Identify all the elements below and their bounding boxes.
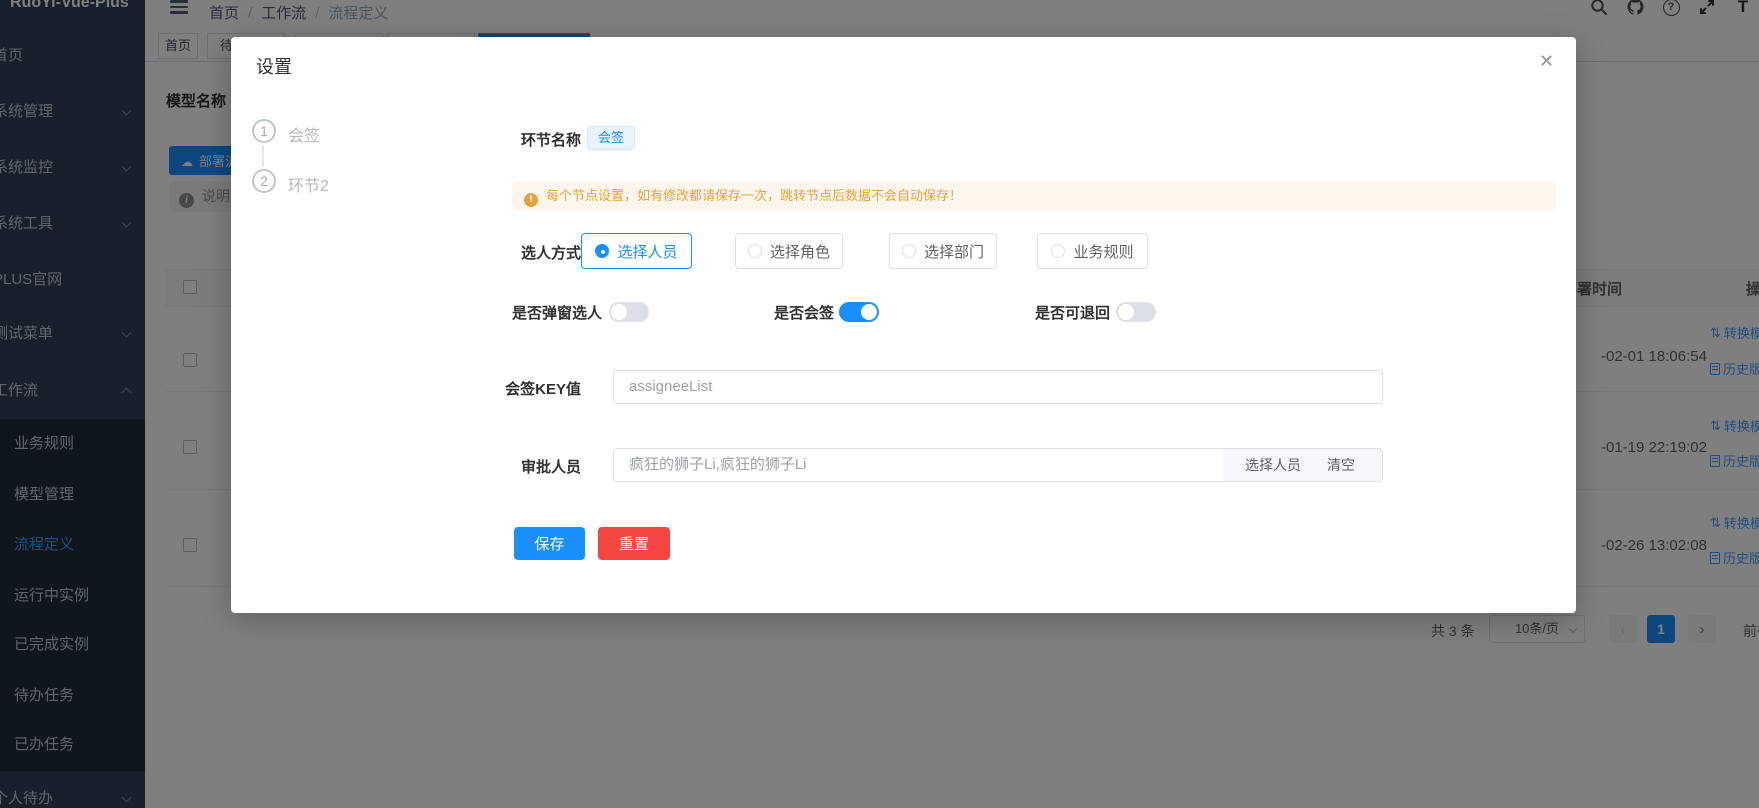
step-1-circle[interactable]: 1: [252, 119, 276, 143]
radio-dot-icon: [748, 244, 762, 258]
popup-select-toggle[interactable]: [609, 302, 649, 322]
step-2-circle[interactable]: 2: [252, 169, 276, 193]
countersign-key-label: 会签KEY值: [381, 378, 581, 399]
radio-dot-icon: [1051, 244, 1065, 258]
countersign-key-input[interactable]: assigneeList: [613, 370, 1383, 404]
save-button[interactable]: 保存: [514, 527, 585, 560]
radio-select-person[interactable]: 选择人员: [581, 233, 692, 269]
radio-business-rule[interactable]: 业务规则: [1037, 233, 1148, 269]
modal-title: 设置: [256, 53, 292, 79]
countersign-label: 是否会签: [774, 302, 834, 323]
select-person-button[interactable]: 选择人员: [1245, 455, 1301, 475]
approver-input-append: 选择人员 清空: [1223, 448, 1383, 482]
popup-select-label: 是否弹窗选人: [512, 302, 602, 323]
returnable-toggle[interactable]: [1116, 302, 1156, 322]
clear-button[interactable]: 清空: [1327, 455, 1355, 475]
close-icon[interactable]: ✕: [1539, 51, 1554, 72]
radio-dot-icon: [902, 244, 916, 258]
radio-select-dept[interactable]: 选择部门: [889, 233, 997, 269]
reset-button[interactable]: 重置: [598, 527, 670, 560]
node-name-tag: 会签: [587, 126, 635, 150]
approver-label: 审批人员: [381, 456, 581, 477]
step-1-label[interactable]: 会签: [288, 122, 320, 146]
radio-select-role[interactable]: 选择角色: [735, 233, 843, 269]
assign-mode-label: 选人方式: [381, 242, 581, 263]
step-2-label[interactable]: 环节2: [288, 172, 329, 196]
countersign-toggle[interactable]: [839, 302, 879, 322]
app-root: RuoYi-Vue-Plus 首页 系统管理 系统监控 系统工具 PLUS官网 …: [0, 0, 1759, 808]
warning-icon: !: [524, 193, 538, 207]
approver-input[interactable]: 疯狂的狮子Li,疯狂的狮子Li: [613, 448, 1224, 482]
radio-dot-icon: [595, 244, 609, 258]
step-connector: [262, 145, 264, 167]
settings-modal: 设置 ✕ 1 会签 2 环节2 环节名称 会签 !每个节点设置，如有修改都请保存…: [231, 37, 1576, 613]
returnable-label: 是否可退回: [1035, 302, 1110, 323]
node-name-label: 环节名称: [381, 129, 581, 150]
warning-banner: !每个节点设置，如有修改都请保存一次，跳转节点后数据不会自动保存！: [512, 182, 1556, 210]
